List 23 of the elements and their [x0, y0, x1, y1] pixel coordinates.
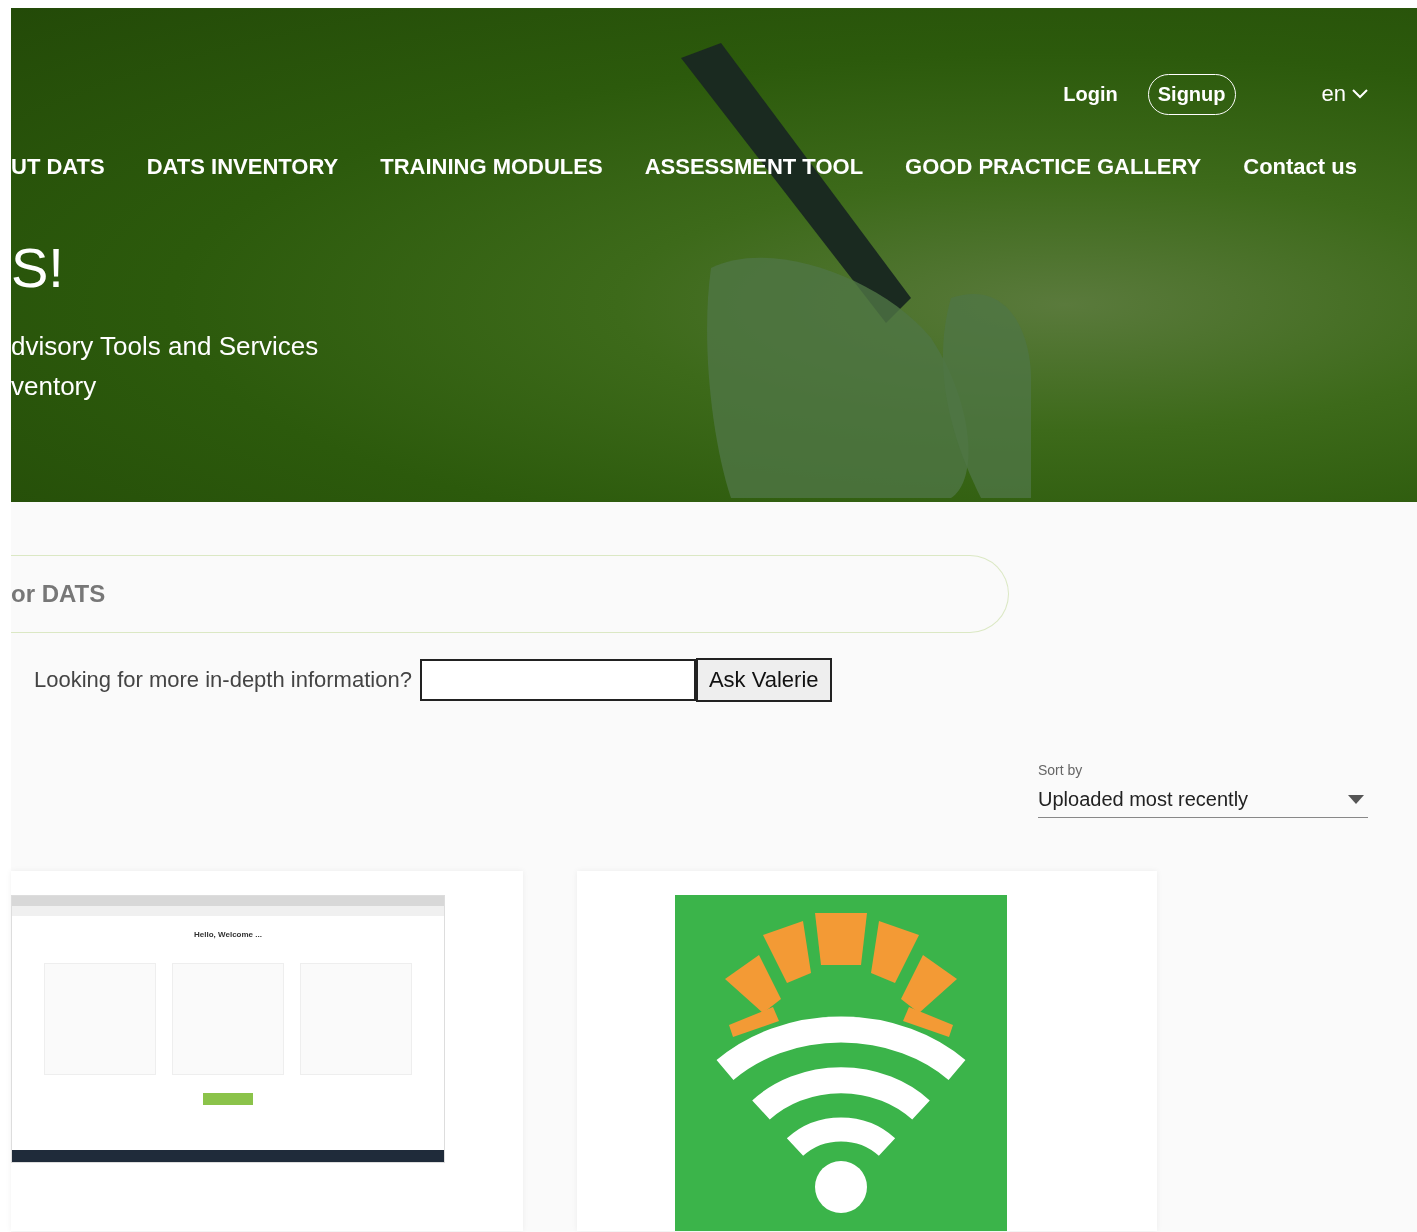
nav-link[interactable]: ASSESSMENT TOOL — [644, 154, 864, 180]
result-card[interactable] — [577, 871, 1157, 1231]
hero-title: S! — [11, 240, 65, 296]
hero-subtitle: dvisory Tools and Services — [11, 330, 319, 363]
nav-link[interactable]: DATS INVENTORY — [146, 154, 339, 180]
screenshot-button — [203, 1093, 253, 1105]
ask-prompt: Looking for more in-depth information? — [34, 667, 412, 693]
question-input[interactable] — [419, 659, 696, 701]
hero-subtitle: ventory — [11, 370, 97, 403]
login-link[interactable]: Login — [1063, 78, 1118, 110]
nav-link[interactable]: TRAINING MODULES — [380, 154, 603, 180]
search-field[interactable]: or DATS — [11, 555, 1009, 633]
ask-button[interactable]: Ask Valerie — [695, 658, 832, 702]
result-card[interactable]: Hello, Welcome ... — [11, 871, 523, 1231]
dropdown-caret-icon — [1348, 795, 1364, 804]
screenshot-heading: Hello, Welcome ... — [194, 930, 262, 939]
nav-link[interactable]: UT DATS — [11, 154, 105, 180]
sort-dropdown[interactable]: Uploaded most recently — [1038, 782, 1368, 818]
nav-link[interactable]: GOOD PRACTICE GALLERY — [905, 154, 1202, 180]
nav-link[interactable]: Contact us — [1243, 154, 1357, 180]
sort-label: Sort by — [1038, 762, 1083, 778]
language-selector[interactable]: en — [1315, 80, 1374, 108]
chevron-down-icon — [1352, 89, 1368, 99]
